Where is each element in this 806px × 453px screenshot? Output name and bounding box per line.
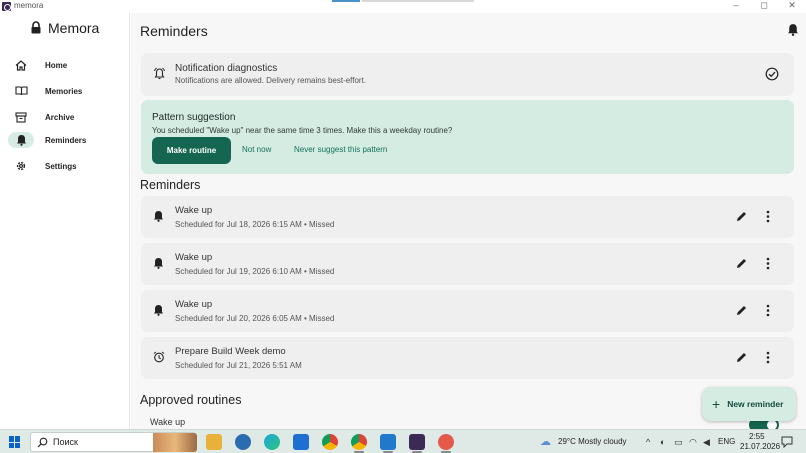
pattern-title: Pattern suggestion	[152, 112, 236, 123]
bell-icon	[154, 211, 163, 222]
diagnostics-subtitle: Notifications are allowed. Delivery rema…	[175, 76, 367, 85]
sidebar-item-label: Memories	[45, 86, 83, 96]
main-content: Reminders Notification diagnostics Notif…	[131, 13, 806, 432]
new-reminder-button[interactable]: + New reminder	[702, 387, 796, 421]
window-title: memora	[14, 1, 44, 10]
tab-indicator-secondary	[362, 0, 474, 2]
bell-ring-icon	[154, 67, 165, 79]
clock-date[interactable]: 21.07.2026	[740, 442, 780, 451]
pattern-suggestion-card: Pattern suggestion You scheduled "Wake u…	[141, 100, 794, 174]
reminder-title: Wake up	[175, 205, 213, 216]
diagnostics-card: Notification diagnostics Notifications a…	[141, 53, 794, 96]
reminder-subtitle: Scheduled for Jul 20, 2026 6:05 AM • Mis…	[175, 314, 335, 323]
maximize-button[interactable]: ◻	[754, 0, 774, 11]
edge-browser-icon[interactable]	[264, 434, 280, 450]
page-title: Reminders	[140, 23, 208, 39]
close-button[interactable]: ✕	[782, 0, 802, 11]
search-placeholder: Поиск	[53, 437, 78, 447]
reminder-row[interactable]: Wake up Scheduled for Jul 19, 2026 6:10 …	[141, 243, 794, 285]
alarm-clock-icon	[153, 351, 165, 363]
windows-start-icon[interactable]	[9, 436, 21, 448]
app-icon-red[interactable]	[438, 434, 454, 450]
reminder-row[interactable]: Prepare Build Week demo Scheduled for Ju…	[141, 337, 794, 379]
make-routine-button[interactable]: Make routine	[152, 137, 231, 164]
pattern-text: You scheduled "Wake up" near the same ti…	[152, 126, 453, 135]
plus-icon: +	[712, 396, 721, 412]
reminders-section-title: Reminders	[140, 178, 201, 192]
minimize-button[interactable]: –	[726, 0, 746, 10]
sidebar-item-label: Archive	[45, 112, 75, 122]
approved-routines-title: Approved routines	[140, 393, 242, 407]
more-vertical-icon[interactable]	[765, 210, 771, 223]
notifications-bell-icon[interactable]	[787, 23, 799, 36]
book-icon	[8, 83, 34, 99]
battery-icon[interactable]: ▭	[674, 437, 683, 448]
bell-icon	[8, 132, 34, 148]
mail-app-icon[interactable]	[235, 434, 251, 450]
home-icon	[8, 57, 34, 73]
edit-pencil-icon[interactable]	[735, 257, 748, 270]
chrome-icon[interactable]	[322, 434, 338, 450]
taskbar: Поиск ☁ 29°C Mostly cloudy ^ ◐ ▭ ◠ ◀ ENG…	[0, 429, 806, 453]
check-circle-icon	[765, 67, 779, 81]
search-icon	[37, 437, 48, 448]
new-reminder-label: New reminder	[727, 399, 784, 409]
store-icon[interactable]	[293, 434, 309, 450]
sidebar-item-settings[interactable]: Settings	[6, 156, 126, 176]
edit-pencil-icon[interactable]	[735, 304, 748, 317]
more-vertical-icon[interactable]	[765, 351, 771, 364]
notification-center-icon[interactable]	[781, 436, 793, 448]
gear-icon	[8, 158, 34, 174]
sidebar-item-reminders[interactable]: Reminders	[6, 130, 126, 150]
bell-icon	[154, 305, 163, 316]
reminder-title: Prepare Build Week demo	[175, 346, 286, 357]
not-now-button[interactable]: Not now	[242, 145, 271, 154]
app-icon	[2, 2, 11, 11]
reminder-row[interactable]: Wake up Scheduled for Jul 20, 2026 6:05 …	[141, 290, 794, 332]
taskbar-search-input[interactable]: Поиск	[30, 432, 197, 452]
weather-text[interactable]: 29°C Mostly cloudy	[558, 437, 627, 446]
reminder-subtitle: Scheduled for Jul 19, 2026 6:10 AM • Mis…	[175, 267, 335, 276]
reminder-title: Wake up	[175, 299, 213, 310]
sidebar-item-label: Reminders	[45, 135, 87, 145]
clock-time[interactable]: 2:55	[749, 432, 765, 441]
never-suggest-button[interactable]: Never suggest this pattern	[294, 145, 387, 154]
sidebar-item-memories[interactable]: Memories	[6, 81, 126, 101]
sidebar-item-label: Settings	[45, 161, 77, 171]
file-explorer-icon[interactable]	[206, 434, 222, 450]
tab-indicator	[332, 0, 360, 2]
memora-app-icon[interactable]	[409, 434, 425, 450]
routine-name: Wake up	[150, 417, 186, 427]
more-vertical-icon[interactable]	[765, 257, 771, 270]
reminder-subtitle: Scheduled for Jul 21, 2026 5:51 AM	[175, 361, 302, 370]
chevron-up-icon[interactable]: ^	[646, 437, 650, 447]
network-icon[interactable]: ◐	[660, 437, 665, 447]
lock-icon	[31, 21, 41, 34]
reminder-subtitle: Scheduled for Jul 18, 2026 6:15 AM • Mis…	[175, 220, 335, 229]
diagnostics-title: Notification diagnostics	[175, 63, 278, 74]
sidebar-item-archive[interactable]: Archive	[6, 107, 126, 127]
archive-icon	[8, 109, 34, 125]
sidebar: Memora Home Memories Archive Reminders S…	[0, 13, 130, 429]
weather-cloud-icon: ☁	[540, 436, 551, 448]
reminder-title: Wake up	[175, 252, 213, 263]
chrome-profile-icon[interactable]	[351, 434, 367, 450]
language-indicator[interactable]: ENG	[718, 437, 735, 446]
more-vertical-icon[interactable]	[765, 304, 771, 317]
app-brand: Memora	[48, 20, 100, 36]
title-bar: memora – ◻ ✕	[0, 0, 806, 13]
search-highlight-image	[153, 433, 197, 452]
bell-icon	[154, 258, 163, 269]
edit-pencil-icon[interactable]	[735, 351, 748, 364]
sidebar-item-home[interactable]: Home	[6, 55, 126, 75]
vscode-icon[interactable]	[380, 434, 396, 450]
wifi-icon[interactable]: ◠	[689, 437, 697, 448]
sidebar-item-label: Home	[45, 60, 68, 70]
reminder-row[interactable]: Wake up Scheduled for Jul 18, 2026 6:15 …	[141, 196, 794, 238]
volume-icon[interactable]: ◀	[703, 437, 710, 448]
edit-pencil-icon[interactable]	[735, 210, 748, 223]
